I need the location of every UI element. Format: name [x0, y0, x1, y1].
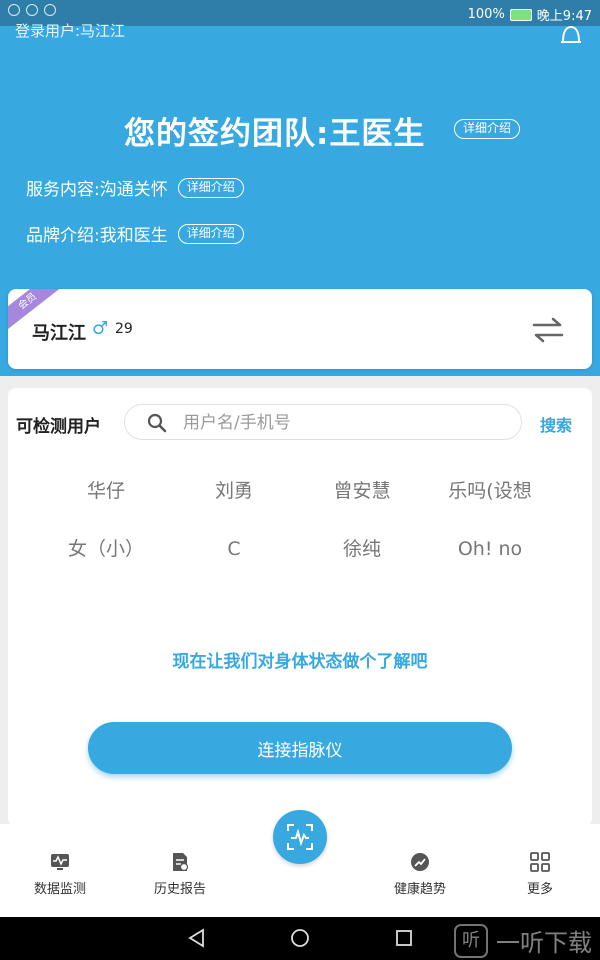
trend-icon	[411, 853, 429, 871]
search-input[interactable]	[183, 409, 503, 437]
home-icon[interactable]	[289, 927, 311, 949]
tab-data-monitor[interactable]: 数据监测	[15, 852, 105, 897]
brand-label: 品牌介绍:我和医生	[26, 226, 168, 246]
grid-icon	[530, 852, 550, 872]
connect-oximeter-button[interactable]: 连接指脉仪	[88, 722, 512, 774]
switch-user-icon[interactable]	[532, 316, 564, 344]
user-item[interactable]: 乐吗(设想	[426, 480, 554, 502]
clock: 晚上9:47	[536, 9, 592, 24]
tab-label: 健康趋势	[393, 882, 446, 897]
male-icon: ♂	[92, 318, 109, 339]
tab-label: 更多	[526, 882, 553, 897]
user-item[interactable]: 刘勇	[170, 480, 298, 502]
current-user-card[interactable]: 会员 马江江 ♂ 29	[8, 289, 592, 369]
user-item[interactable]: 华仔	[42, 480, 170, 502]
search-button[interactable]: 搜索	[540, 412, 572, 436]
user-age: 29	[115, 321, 133, 337]
monitor-icon	[51, 854, 69, 870]
watermark-logo: 听	[454, 923, 488, 958]
system-nav-bar: 听 一听下载	[0, 917, 600, 960]
battery-percent: 100%	[467, 7, 505, 22]
search-box[interactable]	[124, 404, 522, 440]
brand-detail-button[interactable]: 详细介绍	[177, 223, 244, 244]
search-icon	[147, 413, 167, 433]
tab-health-trend[interactable]: 健康趋势	[375, 852, 465, 897]
center-scan-button[interactable]	[273, 810, 327, 864]
battery-icon	[509, 8, 532, 21]
watermark-text: 一听下载	[496, 929, 592, 957]
user-item[interactable]: Oh! no	[426, 538, 554, 560]
tab-more[interactable]: 更多	[495, 852, 585, 897]
tab-label: 数据监测	[33, 882, 86, 897]
team-detail-button[interactable]: 详细介绍	[454, 119, 521, 139]
login-user-label: 登录用户:马江江	[15, 22, 126, 40]
user-item[interactable]: 徐纯	[298, 538, 426, 560]
service-row: 服务内容:沟通关怀 详细介绍	[26, 175, 244, 200]
status-icons-right: 100% 晚上9:47	[468, 5, 592, 24]
pulse-wave-icon	[287, 824, 313, 850]
report-icon	[173, 853, 189, 872]
prompt-text: 现在让我们对身体状态做个了解吧	[172, 652, 428, 672]
bell-icon[interactable]	[558, 24, 584, 44]
status-icons-left	[8, 4, 56, 16]
user-name: 马江江	[32, 323, 86, 344]
tab-label: 历史报告	[153, 882, 206, 897]
panel-title: 可检测用户	[16, 417, 101, 437]
team-title: 您的签约团队:王医生	[124, 116, 426, 152]
user-item[interactable]: 曾安慧	[298, 480, 426, 502]
tab-history-report[interactable]: 历史报告	[135, 852, 225, 897]
service-label: 服务内容:沟通关怀	[26, 180, 168, 200]
service-detail-button[interactable]: 详细介绍	[177, 177, 244, 198]
user-item[interactable]: C	[170, 538, 298, 560]
detectable-users-panel: 可检测用户 搜索 华仔 刘勇 曾安慧 乐吗(设想 女（小） C 徐纯 Oh! n…	[8, 388, 592, 826]
user-grid: 华仔 刘勇 曾安慧 乐吗(设想 女（小） C 徐纯 Oh! no	[42, 480, 562, 560]
brand-row: 品牌介绍:我和医生 详细介绍	[26, 221, 244, 246]
watermark: 听 一听下载	[454, 923, 592, 958]
user-item[interactable]: 女（小）	[42, 538, 170, 560]
bottom-tab-bar: 数据监测 历史报告 健康趋势 更多	[0, 810, 600, 917]
back-icon[interactable]	[186, 927, 208, 949]
recents-icon[interactable]	[393, 927, 415, 949]
